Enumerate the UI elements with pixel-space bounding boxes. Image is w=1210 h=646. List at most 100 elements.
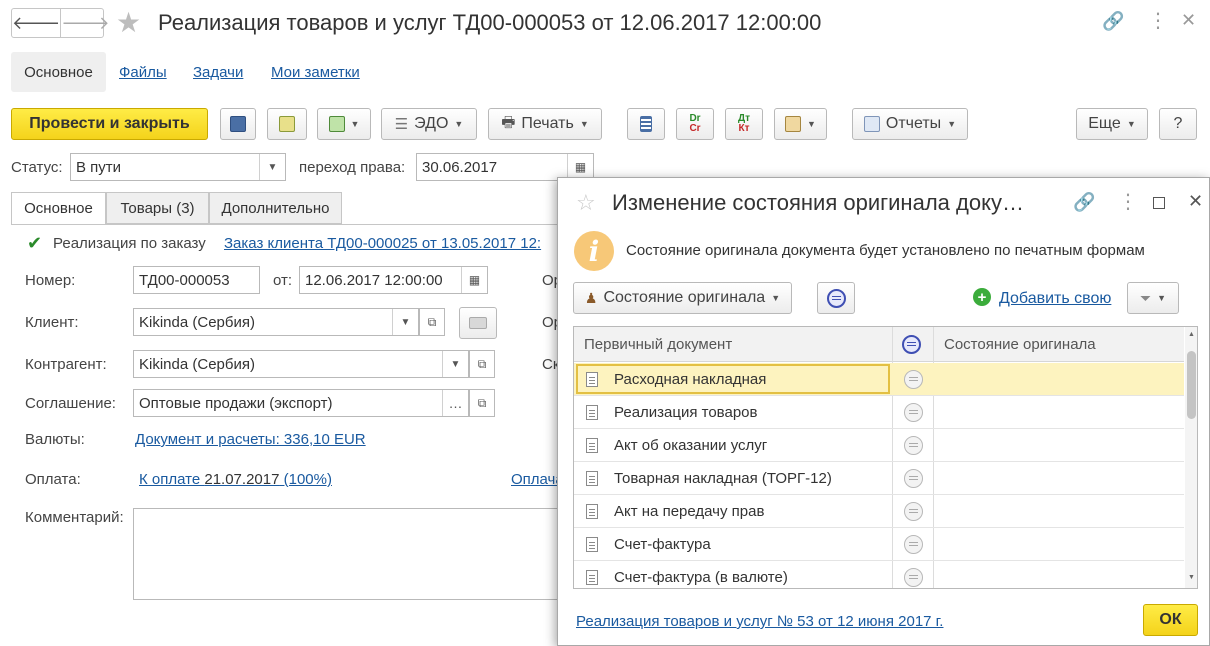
navigation-buttons: 🡐 🡒: [11, 8, 110, 38]
dialog-title: Изменение состояния оригинала доку…: [612, 190, 1024, 215]
agreement-field[interactable]: Оптовые продажи (экспорт) …: [133, 389, 469, 417]
counterparty-label: Контрагент:: [25, 356, 107, 373]
open-client-icon[interactable]: ⧉: [419, 308, 445, 336]
counterparty-field[interactable]: Kikinda (Сербия) ▼: [133, 350, 469, 378]
more-vertical-icon[interactable]: ⋮: [1118, 192, 1138, 212]
table-row[interactable]: Акт об оказании услуг: [574, 429, 1184, 462]
ok-button[interactable]: ОК: [1143, 604, 1198, 636]
documents-grid: Первичный документ Состояние оригинала Р…: [573, 326, 1198, 589]
original-state-icon[interactable]: [904, 568, 923, 587]
original-state-icon: [826, 288, 846, 308]
forward-arrow-icon[interactable]: 🡒: [60, 9, 110, 37]
stamp-icon: ♟: [584, 289, 598, 306]
original-state-toolbar-button[interactable]: ▼: [774, 108, 827, 140]
original-state-icon[interactable]: [904, 535, 923, 554]
scroll-up-icon[interactable]: ▲: [1188, 331, 1195, 338]
source-document-link[interactable]: Реализация товаров и услуг № 53 от 12 ию…: [576, 613, 943, 630]
column-original-state[interactable]: Состояние оригинала: [944, 327, 1096, 362]
link-icon[interactable]: 🔗: [1102, 12, 1124, 30]
dt-kt-button[interactable]: Дт Кт: [725, 108, 763, 140]
structure-button[interactable]: [627, 108, 665, 140]
table-row[interactable]: Счет-фактура: [574, 528, 1184, 561]
tab-divider: [11, 224, 557, 225]
client-field[interactable]: Kikinda (Сербия) ▼: [133, 308, 419, 336]
edo-button[interactable]: ☰ ЭДО ▼: [381, 108, 477, 140]
original-state-icon[interactable]: [904, 403, 923, 422]
close-dialog-icon[interactable]: ✕: [1188, 192, 1203, 210]
save-button[interactable]: [220, 108, 256, 140]
dropdown-arrow-icon: ▼: [579, 119, 589, 129]
more-button[interactable]: Еще ▼: [1076, 108, 1148, 140]
column-primary-document[interactable]: Первичный документ: [584, 327, 732, 362]
comment-textarea[interactable]: [133, 508, 563, 600]
tab-additional[interactable]: Дополнительно: [209, 192, 342, 224]
chevron-down-icon[interactable]: ▼: [259, 154, 285, 180]
more-vertical-icon[interactable]: ⋮: [1148, 11, 1168, 31]
add-own-link[interactable]: Добавить свою: [999, 290, 1111, 308]
create-based-on-button[interactable]: ▼: [317, 108, 371, 140]
post-button[interactable]: [267, 108, 307, 140]
calendar-icon[interactable]: ▦: [461, 267, 487, 293]
reports-icon: [863, 116, 880, 132]
original-state-icon[interactable]: [904, 370, 923, 389]
table-row[interactable]: Счет-фактура (в валюте): [574, 561, 1184, 588]
original-state-icon[interactable]: [904, 469, 923, 488]
help-button[interactable]: ?: [1159, 108, 1197, 140]
section-files[interactable]: Файлы: [119, 52, 167, 92]
link-icon[interactable]: 🔗: [1073, 193, 1095, 211]
back-arrow-icon[interactable]: 🡐: [12, 9, 60, 37]
favorite-star-icon[interactable]: ★: [116, 9, 141, 37]
status-select[interactable]: В пути ▼: [70, 153, 286, 181]
open-counterparty-icon[interactable]: ⧉: [469, 350, 495, 378]
original-state-icon[interactable]: [904, 502, 923, 521]
table-row[interactable]: Акт на передачу прав: [574, 495, 1184, 528]
document-icon: [586, 405, 598, 420]
dr-cr-button[interactable]: Dr Cr: [676, 108, 714, 140]
scroll-down-icon[interactable]: ▼: [1188, 574, 1195, 581]
document-icon: [586, 504, 598, 519]
table-row[interactable]: Расходная накладная: [574, 363, 1184, 396]
print-button[interactable]: 🖶 Печать ▼: [488, 108, 602, 140]
open-agreement-icon[interactable]: ⧉: [469, 389, 495, 417]
add-icon[interactable]: +: [973, 288, 991, 306]
by-order-checkbox[interactable]: ✔: [27, 233, 42, 254]
client-card-button[interactable]: [459, 307, 497, 339]
payment-label: Оплата:: [25, 471, 81, 488]
window-title: Реализация товаров и услуг ТД00-000053 о…: [158, 10, 822, 35]
order-link[interactable]: Заказ клиента ТД00-000025 от 13.05.2017 …: [224, 235, 541, 252]
chevron-down-icon[interactable]: ▼: [392, 309, 418, 335]
printer-icon: 🖶: [501, 113, 516, 131]
state-icon-button[interactable]: [817, 282, 855, 314]
tab-goods[interactable]: Товары (3): [106, 192, 209, 224]
section-notes[interactable]: Мои заметки: [271, 52, 360, 92]
original-state-icon[interactable]: [904, 436, 923, 455]
section-tasks[interactable]: Задачи: [193, 52, 243, 92]
date-field[interactable]: 12.06.2017 12:00:00 ▦: [299, 266, 488, 294]
table-row[interactable]: Реализация товаров: [574, 396, 1184, 429]
original-state-dialog: ☆ Изменение состояния оригинала доку… 🔗 …: [557, 177, 1210, 646]
section-main[interactable]: Основное: [11, 52, 106, 92]
post-and-close-button[interactable]: Провести и закрыть: [11, 108, 208, 140]
table-row[interactable]: Товарная накладная (ТОРГ-12): [574, 462, 1184, 495]
ellipsis-icon[interactable]: …: [442, 390, 468, 416]
chevron-down-icon[interactable]: ▼: [442, 351, 468, 377]
dropdown-arrow-icon: ▼: [1157, 293, 1167, 303]
grid-scrollbar[interactable]: ▲ ▼: [1185, 327, 1197, 588]
info-text: Состояние оригинала документа будет уста…: [626, 242, 1145, 259]
scroll-thumb[interactable]: [1187, 351, 1196, 419]
close-window-icon[interactable]: ✕: [1181, 11, 1196, 29]
original-state-button[interactable]: ♟ Состояние оригинала ▼: [573, 282, 792, 314]
document-icon: [586, 438, 598, 453]
agreement-label: Соглашение:: [25, 395, 116, 412]
payment-right-link[interactable]: Оплача: [511, 471, 564, 488]
number-field[interactable]: ТД00-000053: [133, 266, 260, 294]
currency-link[interactable]: Документ и расчеты: 336,10 EUR: [135, 431, 366, 448]
maximize-icon[interactable]: [1153, 197, 1165, 209]
favorite-star-icon[interactable]: ☆: [576, 192, 596, 214]
currency-label: Валюты:: [25, 431, 85, 448]
reports-button[interactable]: Отчеты ▼: [852, 108, 968, 140]
tab-main[interactable]: Основное: [11, 192, 106, 225]
filter-icon: ⏷: [1139, 289, 1152, 306]
filter-button[interactable]: ⏷ ▼: [1127, 282, 1179, 314]
payment-link[interactable]: К оплате 21.07.2017 (100%): [139, 471, 332, 488]
